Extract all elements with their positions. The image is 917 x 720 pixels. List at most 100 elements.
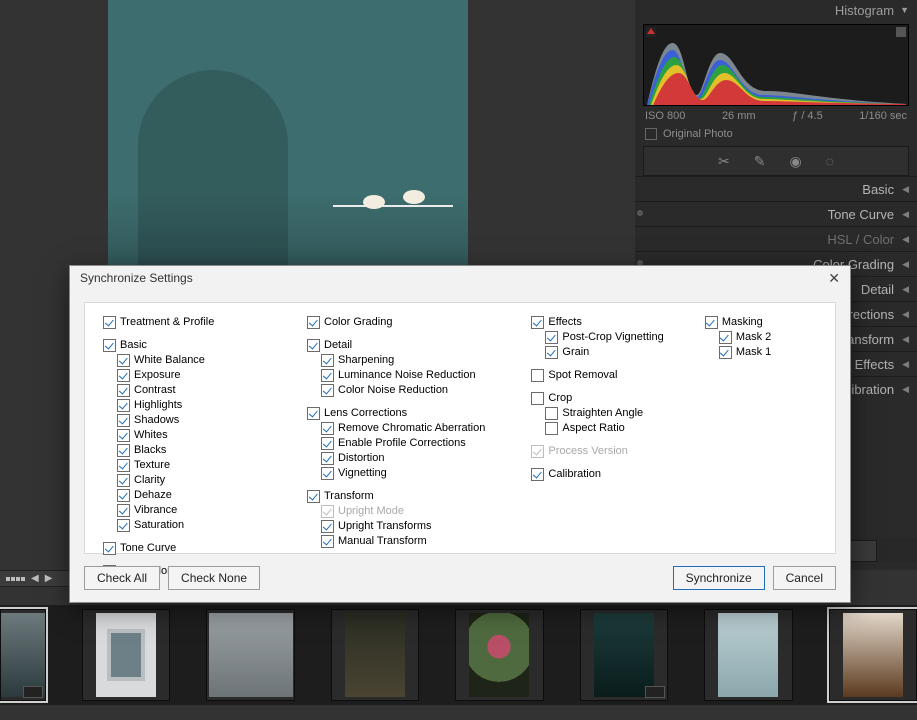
checkbox-icon <box>117 354 130 367</box>
chk-highlights[interactable]: Highlights <box>117 398 307 413</box>
thumb-4[interactable] <box>455 609 543 701</box>
collapse-icon: ◀ <box>902 334 909 345</box>
synchronize-button[interactable]: Synchronize <box>673 566 765 590</box>
chk-upright-transforms[interactable]: Upright Transforms <box>321 519 531 534</box>
view-controls: ◀ ▶ <box>0 570 76 587</box>
label: Vignetting <box>338 466 387 481</box>
chk-transform[interactable]: Transform <box>307 489 531 504</box>
badge-icon <box>23 686 43 698</box>
label: Whites <box>134 428 168 443</box>
panel-basic[interactable]: Basic◀ <box>635 176 917 201</box>
checkbox-icon <box>645 128 657 140</box>
chk-grain[interactable]: Grain <box>545 345 704 360</box>
checkbox-icon <box>117 504 130 517</box>
chk-vignetting[interactable]: Vignetting <box>321 466 531 481</box>
checkbox-icon <box>531 369 544 382</box>
checkbox-icon <box>321 354 334 367</box>
original-photo-toggle[interactable]: Original Photo <box>645 128 907 140</box>
chk-tone-curve[interactable]: Tone Curve <box>103 541 307 556</box>
histogram[interactable] <box>643 24 909 106</box>
label: Masking <box>722 315 763 330</box>
chk-mask-2[interactable]: Mask 2 <box>719 330 817 345</box>
checkbox-icon <box>307 339 320 352</box>
chk-treatment-profile[interactable]: Treatment & Profile <box>103 315 307 330</box>
chk-manual-transform[interactable]: Manual Transform <box>321 534 531 549</box>
chk-process-version: Process Version <box>531 444 704 459</box>
crop-tool-icon[interactable]: ✂ <box>718 153 730 170</box>
checkbox-icon <box>307 407 320 420</box>
chk-straighten-angle[interactable]: Straighten Angle <box>545 406 704 421</box>
thumb-2[interactable] <box>206 609 294 701</box>
histogram-header[interactable]: Histogram ▼ <box>635 0 917 20</box>
chk-shadows[interactable]: Shadows <box>117 413 307 428</box>
close-icon[interactable]: ✕ <box>828 270 840 287</box>
chk-calibration[interactable]: Calibration <box>531 467 704 482</box>
checkbox-icon <box>117 459 130 472</box>
chk-effects[interactable]: Effects <box>531 315 704 330</box>
label: Clarity <box>134 473 165 488</box>
checkbox-icon <box>307 490 320 503</box>
label: Color Grading <box>324 315 392 330</box>
chk-clarity[interactable]: Clarity <box>117 473 307 488</box>
chk-enable-profile[interactable]: Enable Profile Corrections <box>321 436 531 451</box>
panel-label: Detail <box>861 282 894 297</box>
checkbox-icon <box>321 452 334 465</box>
chk-lens-corrections[interactable]: Lens Corrections <box>307 406 531 421</box>
filmstrip[interactable] <box>0 605 917 705</box>
cancel-button[interactable]: Cancel <box>773 566 836 590</box>
chk-color-grading[interactable]: Color Grading <box>307 315 531 330</box>
collapse-icon: ◀ <box>902 359 909 370</box>
checkbox-icon <box>321 384 334 397</box>
chk-exposure[interactable]: Exposure <box>117 368 307 383</box>
chk-crop[interactable]: Crop <box>531 391 704 406</box>
chk-basic[interactable]: Basic <box>103 338 307 353</box>
thumb-5[interactable] <box>580 609 668 701</box>
checkbox-icon <box>545 422 558 435</box>
thumb-6[interactable] <box>704 609 792 701</box>
thumb-1[interactable] <box>82 609 170 701</box>
chk-contrast[interactable]: Contrast <box>117 383 307 398</box>
chk-mask-1[interactable]: Mask 1 <box>719 345 817 360</box>
heal-tool-icon[interactable]: ✎ <box>754 153 766 170</box>
next-arrow-icon[interactable]: ▶ <box>45 573 53 584</box>
chk-texture[interactable]: Texture <box>117 458 307 473</box>
label: Upright Mode <box>338 504 404 519</box>
col-3: Effects Post-Crop Vignetting Grain Spot … <box>531 315 704 545</box>
chk-aspect-ratio[interactable]: Aspect Ratio <box>545 421 704 436</box>
label: Highlights <box>134 398 182 413</box>
chk-whites[interactable]: Whites <box>117 428 307 443</box>
grid-view-icon[interactable] <box>6 577 25 581</box>
chk-dehaze[interactable]: Dehaze <box>117 488 307 503</box>
chk-color-noise[interactable]: Color Noise Reduction <box>321 383 531 398</box>
chk-luminance-noise[interactable]: Luminance Noise Reduction <box>321 368 531 383</box>
check-all-button[interactable]: Check All <box>84 566 160 590</box>
label: Sharpening <box>338 353 394 368</box>
chk-remove-chromatic[interactable]: Remove Chromatic Aberration <box>321 421 531 436</box>
panel-tone-curve[interactable]: Tone Curve◀ <box>635 201 917 226</box>
chk-vibrance[interactable]: Vibrance <box>117 503 307 518</box>
chk-spot-removal[interactable]: Spot Removal <box>531 368 704 383</box>
checkbox-icon <box>719 331 732 344</box>
checkbox-icon <box>117 414 130 427</box>
label: Shadows <box>134 413 179 428</box>
chk-detail[interactable]: Detail <box>307 338 531 353</box>
chk-white-balance[interactable]: White Balance <box>117 353 307 368</box>
label: Remove Chromatic Aberration <box>338 421 485 436</box>
prev-arrow-icon[interactable]: ◀ <box>31 573 39 584</box>
chk-distortion[interactable]: Distortion <box>321 451 531 466</box>
collapse-icon: ◀ <box>902 309 909 320</box>
check-none-button[interactable]: Check None <box>168 566 260 590</box>
panel-hsl-color[interactable]: HSL / Color◀ <box>635 226 917 251</box>
thumb-0[interactable] <box>0 609 46 701</box>
dialog-title: Synchronize Settings <box>80 271 193 285</box>
redeye-tool-icon[interactable]: ◉ <box>789 153 801 170</box>
thumb-7[interactable] <box>829 609 917 701</box>
chk-saturation[interactable]: Saturation <box>117 518 307 533</box>
mask-tool-icon[interactable]: ◌ <box>826 153 834 169</box>
thumb-3[interactable] <box>331 609 419 701</box>
checkbox-icon <box>545 407 558 420</box>
chk-masking[interactable]: Masking <box>705 315 817 330</box>
chk-post-crop-vignetting[interactable]: Post-Crop Vignetting <box>545 330 704 345</box>
chk-sharpening[interactable]: Sharpening <box>321 353 531 368</box>
chk-blacks[interactable]: Blacks <box>117 443 307 458</box>
